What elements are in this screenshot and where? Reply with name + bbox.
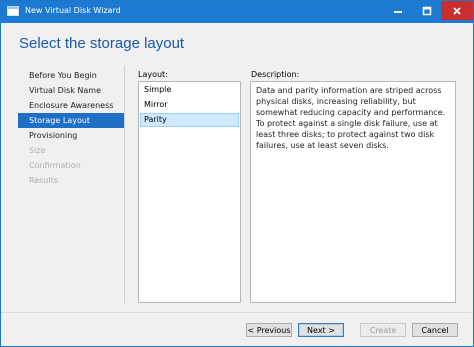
description-text: Data and parity information are striped … xyxy=(250,81,456,303)
wizard-steps-nav: Before You Begin Virtual Disk Name Enclo… xyxy=(18,68,124,188)
next-button[interactable]: Next > xyxy=(298,323,344,337)
layout-option-mirror[interactable]: Mirror xyxy=(140,98,239,112)
footer-divider xyxy=(1,312,473,313)
nav-step-provisioning[interactable]: Provisioning xyxy=(18,128,124,143)
cancel-button[interactable]: Cancel xyxy=(412,323,458,337)
nav-step-size: Size xyxy=(29,146,46,155)
close-button[interactable] xyxy=(441,1,473,20)
minimize-button[interactable] xyxy=(385,1,411,20)
minimize-icon xyxy=(394,10,402,13)
layout-label: Layout: xyxy=(138,70,168,79)
nav-step-enclosure-awareness[interactable]: Enclosure Awareness xyxy=(18,98,124,113)
title-bar[interactable]: New Virtual Disk Wizard xyxy=(1,1,473,23)
maximize-icon xyxy=(422,6,432,15)
close-icon xyxy=(453,6,461,15)
window-title: New Virtual Disk Wizard xyxy=(25,6,121,15)
layout-option-parity[interactable]: Parity xyxy=(140,113,239,127)
nav-step-storage-layout[interactable]: Storage Layout xyxy=(18,113,124,128)
nav-step-results: Results xyxy=(29,176,58,185)
nav-step-before-you-begin[interactable]: Before You Begin xyxy=(18,68,124,83)
layout-listbox[interactable]: Simple Mirror Parity xyxy=(138,81,241,303)
nav-step-virtual-disk-name[interactable]: Virtual Disk Name xyxy=(18,83,124,98)
app-window-icon xyxy=(7,6,19,16)
maximize-button[interactable] xyxy=(414,1,440,20)
nav-step-confirmation: Confirmation xyxy=(29,161,81,170)
create-button: Create xyxy=(360,323,406,337)
layout-option-simple[interactable]: Simple xyxy=(140,83,239,97)
wizard-window: New Virtual Disk Wizard Select the stora… xyxy=(0,0,474,347)
page-title: Select the storage layout xyxy=(19,35,185,52)
previous-button[interactable]: < Previous xyxy=(246,323,292,337)
description-label: Description: xyxy=(251,70,300,79)
nav-divider xyxy=(124,66,125,303)
